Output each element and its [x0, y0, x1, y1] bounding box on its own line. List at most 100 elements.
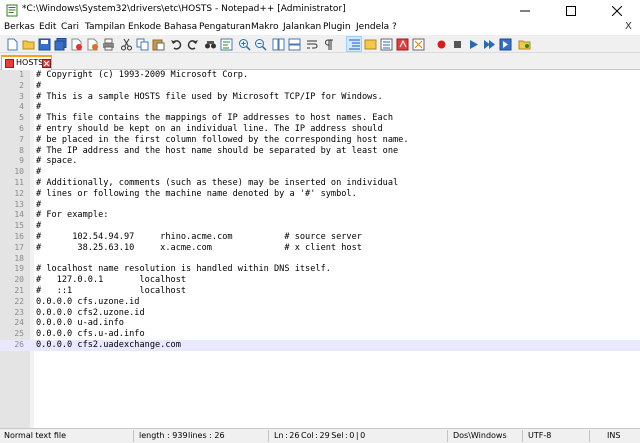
sync-horizontal-button[interactable] [286, 36, 302, 52]
line-text: # [36, 167, 42, 178]
document-map-button[interactable] [410, 36, 426, 52]
code-line[interactable]: 11 # Additionally, comments (such as thes… [0, 178, 640, 189]
code-line[interactable]: 17 # 38.25.63.10 x.acme.com # x client ho… [0, 243, 640, 254]
sync-vertical-button[interactable] [270, 36, 286, 52]
code-line[interactable]: 16 # 102.54.94.97 rhino.acme.com # source… [0, 232, 640, 243]
redo-button[interactable] [184, 36, 200, 52]
paste-button[interactable] [150, 36, 166, 52]
line-text: 0.0.0.0 cfs2.uadexchange.com [36, 339, 181, 350]
code-line[interactable]: 23 0.0.0.0 cfs2.uzone.id [0, 308, 640, 319]
code-line[interactable]: 15 # [0, 221, 640, 232]
code-line[interactable]: 18 [0, 254, 640, 265]
print-icon [102, 38, 114, 50]
zoom-out-button[interactable] [252, 36, 268, 52]
code-line[interactable]: 3 # This is a sample HOSTS file used by M… [0, 92, 640, 103]
menu-pengaturan[interactable]: Pengaturan [199, 22, 251, 32]
function-list-button[interactable] [378, 36, 394, 52]
close-window-button[interactable] [594, 0, 640, 21]
close-icon [612, 5, 622, 16]
line-number: 3 [19, 91, 24, 101]
code-line[interactable]: 12 # lines or following the machine name … [0, 189, 640, 200]
code-line[interactable]: 1 # Copyright (c) 1993-2009 Microsoft Cor… [0, 70, 640, 81]
open-folder-icon [22, 40, 34, 49]
status-insert-mode[interactable]: INS [607, 431, 620, 440]
save-button[interactable] [36, 36, 52, 52]
playback-button[interactable] [465, 36, 481, 52]
menu-berkas[interactable]: Berkas [4, 22, 35, 32]
save-all-button[interactable] [52, 36, 68, 52]
monitoring-button[interactable] [516, 36, 532, 52]
menu-bahasa[interactable]: Bahasa [164, 22, 197, 32]
save-all-icon [54, 37, 66, 50]
zoom-in-button[interactable] [236, 36, 252, 52]
status-encoding[interactable]: UTF-8 [528, 431, 551, 440]
line-text: # space. [36, 156, 78, 167]
code-line[interactable]: 19 # localhost name resolution is handled… [0, 264, 640, 275]
close-all-icon [87, 38, 98, 50]
find-button[interactable] [202, 36, 218, 52]
monitoring-icon [518, 40, 530, 49]
word-wrap-button[interactable] [304, 36, 320, 52]
code-line[interactable]: 10 # [0, 167, 640, 178]
show-all-chars-button[interactable] [320, 36, 336, 52]
undo-button[interactable] [168, 36, 184, 52]
new-file-button[interactable] [4, 36, 20, 52]
line-text: # Additionally, comments (such as these)… [36, 177, 399, 188]
save-macro-button[interactable] [497, 36, 513, 52]
close-tab-button[interactable] [42, 59, 51, 68]
menu-help[interactable]: ? [392, 22, 397, 32]
editor-lines: 1 # Copyright (c) 1993-2009 Microsoft Cor… [0, 70, 640, 351]
close-all-button[interactable] [84, 36, 100, 52]
minimize-button[interactable] [502, 0, 548, 21]
code-line[interactable]: 4 # [0, 102, 640, 113]
code-line[interactable]: 14 # For example: [0, 210, 640, 221]
menu-plugin[interactable]: Plugin [323, 22, 351, 32]
menu-jendela[interactable]: Jendela [356, 22, 389, 32]
code-line[interactable]: 7 # be placed in the first column followe… [0, 135, 640, 146]
line-text: # For example: [36, 210, 109, 221]
menu-cari[interactable]: Cari [61, 22, 79, 32]
close-document-button[interactable]: X [625, 21, 632, 32]
status-lines: lines : 26 [188, 431, 225, 440]
code-line[interactable]: 9 # space. [0, 156, 640, 167]
close-file-icon [71, 38, 82, 50]
start-recording-button[interactable] [433, 36, 449, 52]
copy-button[interactable] [134, 36, 150, 52]
menu-enkode[interactable]: Enkode [128, 22, 161, 32]
line-text: # be placed in the first column followed… [36, 134, 409, 145]
menu-edit[interactable]: Edit [39, 22, 56, 32]
code-line[interactable]: 21 # ::1 localhost [0, 286, 640, 297]
language-button[interactable] [362, 36, 378, 52]
code-line[interactable]: 2 # [0, 81, 640, 92]
line-text: # [36, 80, 42, 91]
code-line[interactable]: 6 # entry should be kept on an individual… [0, 124, 640, 135]
code-line[interactable]: 20 # 127.0.0.1 localhost [0, 275, 640, 286]
indent-guide-button[interactable] [346, 36, 362, 52]
status-eol[interactable]: Dos\Windows [453, 431, 507, 440]
code-line[interactable]: 5 # This file contains the mappings of IP… [0, 113, 640, 124]
close-button[interactable] [68, 36, 84, 52]
menu-tampilan[interactable]: Tampilan [85, 22, 125, 32]
menu-jalankan[interactable]: Jalankan [283, 22, 321, 32]
print-button[interactable] [100, 36, 116, 52]
tab-label: HOSTS [16, 58, 44, 67]
code-line[interactable]: 26 0.0.0.0 cfs2.uadexchange.com [0, 339, 640, 351]
replace-button[interactable] [218, 36, 234, 52]
code-line[interactable]: 25 0.0.0.0 cfs.u-ad.info [0, 329, 640, 340]
code-line[interactable]: 8 # The IP address and the host name shou… [0, 146, 640, 157]
code-line[interactable]: 22 0.0.0.0 cfs.uzone.id [0, 297, 640, 308]
open-file-button[interactable] [20, 36, 36, 52]
cut-button[interactable] [118, 36, 134, 52]
code-line[interactable]: 24 0.0.0.0 u-ad.info [0, 318, 640, 329]
stop-recording-button[interactable] [449, 36, 465, 52]
code-line[interactable]: 13 # [0, 200, 640, 211]
line-number: 1 [19, 70, 24, 79]
menu-makro[interactable]: Makro [251, 22, 279, 32]
tab-hosts[interactable]: HOSTS [1, 55, 52, 70]
run-multiple-button[interactable] [481, 36, 497, 52]
text-editor[interactable]: 1 # Copyright (c) 1993-2009 Microsoft Cor… [0, 70, 640, 428]
maximize-button[interactable] [548, 0, 594, 21]
folder-workspace-button[interactable] [394, 36, 410, 52]
language-icon [364, 39, 376, 49]
modified-file-icon [5, 59, 14, 68]
